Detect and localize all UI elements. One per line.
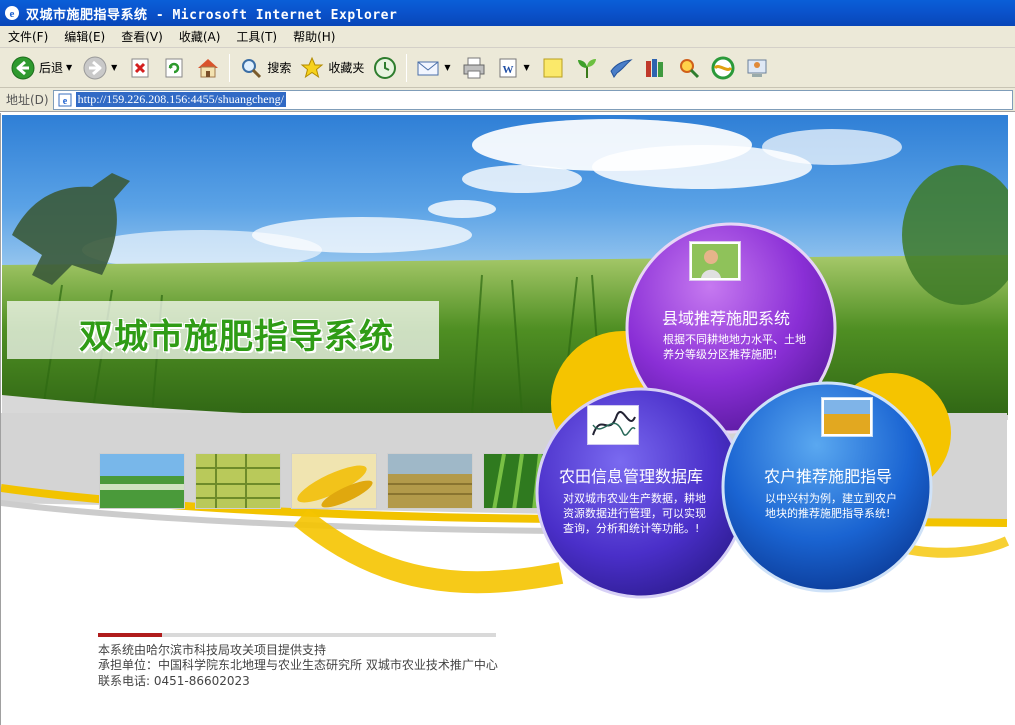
back-label: 后退 <box>39 61 64 75</box>
menu-file[interactable]: 文件(F) <box>0 28 56 45</box>
county-fertilization-desc-2: 养分等级分区推荐施肥! <box>663 348 778 361</box>
star-icon <box>300 56 324 78</box>
search-button[interactable]: 搜索 <box>234 51 295 85</box>
page-content: 双城市施肥指导系统 县域推荐施肥系统 根据不同耕地地力水平、土地 养分等级分区推… <box>0 113 1015 725</box>
thumbnail-strip <box>99 453 579 509</box>
cornfield-photo-icon <box>821 397 873 437</box>
county-fertilization-link[interactable]: 县域推荐施肥系统 <box>662 305 790 329</box>
address-bar: 地址(D) e http://159.226.208.156:4455/shua… <box>0 88 1015 112</box>
messenger-user-button[interactable] <box>740 51 774 85</box>
stop-icon <box>131 58 149 77</box>
search-label: 搜索 <box>267 61 292 75</box>
menu-view[interactable]: 查看(V) <box>113 28 171 45</box>
history-icon <box>374 56 397 79</box>
site-title: 双城市施肥指导系统 <box>79 317 394 357</box>
history-button[interactable] <box>368 51 402 85</box>
sticky-note-icon <box>543 58 563 77</box>
farmland-database-desc-3: 查询，分析和统计等功能。! <box>563 522 700 535</box>
page-icon: e <box>58 93 72 107</box>
address-input[interactable]: e http://159.226.208.156:4455/shuangchen… <box>52 89 1013 110</box>
footer-phone: 联系电话: 0451-86602023 <box>98 674 250 688</box>
notes-button[interactable] <box>536 51 570 85</box>
search-tool-button[interactable] <box>672 51 706 85</box>
farmer-fertilization-desc-2: 地块的推荐施肥指导系统! <box>765 507 891 520</box>
messenger-button[interactable] <box>604 51 638 85</box>
thumbnail-image[interactable] <box>291 453 377 509</box>
farmer-photo-icon <box>689 241 741 281</box>
farmer-fertilization-link[interactable]: 农户推荐施肥指导 <box>764 463 892 487</box>
bird-icon <box>610 58 633 78</box>
county-fertilization-desc-1: 根据不同耕地地力水平、土地 <box>663 333 806 346</box>
print-button[interactable] <box>457 51 491 85</box>
forward-arrow-icon <box>83 56 107 79</box>
svg-text:e: e <box>10 8 15 20</box>
home-button[interactable] <box>191 51 225 85</box>
back-button[interactable]: 后退 ▼ <box>6 51 78 85</box>
menu-tools[interactable]: 工具(T) <box>228 28 285 45</box>
back-arrow-icon <box>11 56 35 79</box>
refresh-button[interactable] <box>157 51 191 85</box>
internet-explorer-icon: e <box>5 6 19 20</box>
toolbar-separator <box>229 53 231 82</box>
farmland-database-desc-1: 对双城市农业生产数据，耕地 <box>563 492 706 505</box>
banner-image <box>2 115 1008 420</box>
refresh-icon <box>165 58 183 77</box>
window-title: 双城市施肥指导系统 - Microsoft Internet Explorer <box>26 7 398 23</box>
decorative-swoosh <box>1 413 1010 594</box>
forward-dropdown-icon[interactable]: ▼ <box>111 63 117 72</box>
magnifier-color-icon <box>679 58 699 78</box>
banner-illustration <box>2 119 1008 420</box>
back-dropdown-icon[interactable]: ▼ <box>66 63 72 72</box>
plant-icon <box>577 58 596 78</box>
printer-icon <box>463 57 485 78</box>
edit-button[interactable]: W ▼ <box>491 51 536 85</box>
window-titlebar[interactable]: e 双城市施肥指导系统 - Microsoft Internet Explore… <box>0 0 1015 26</box>
footer-divider-accent <box>98 633 162 637</box>
favorites-button[interactable]: 收藏夹 <box>295 51 368 85</box>
edit-dropdown-icon[interactable]: ▼ <box>524 63 530 72</box>
swirl-logo-icon <box>711 56 735 79</box>
farmland-database-desc-2: 资源数据进行管理，可以实现 <box>563 507 706 520</box>
svg-text:e: e <box>62 96 67 107</box>
books-icon <box>645 58 663 77</box>
home-icon <box>198 58 219 77</box>
footer-divider <box>98 633 496 637</box>
thumbnail-image[interactable] <box>483 453 569 509</box>
thumbnail-image[interactable] <box>99 453 185 509</box>
favorites-label: 收藏夹 <box>328 61 365 75</box>
database-map-icon <box>587 405 639 445</box>
menu-favorites[interactable]: 收藏(A) <box>171 28 229 45</box>
svg-text:W: W <box>502 64 513 76</box>
address-url: http://159.226.208.156:4455/shuangcheng/ <box>75 92 286 107</box>
word-document-icon: W <box>499 58 517 77</box>
mail-icon <box>417 61 439 75</box>
thumbnail-image[interactable] <box>387 453 473 509</box>
menu-help[interactable]: 帮助(H) <box>285 28 343 45</box>
search-icon <box>242 58 262 78</box>
toolbar: 后退 ▼ ▼ 搜索 收藏夹 ▼ W ▼ <box>0 48 1015 88</box>
mail-button[interactable]: ▼ <box>411 51 456 85</box>
toolbar-separator <box>406 53 408 82</box>
menu-edit[interactable]: 编辑(E) <box>56 28 113 45</box>
farmer-fertilization-desc-1: 以中兴村为例，建立到农户 <box>765 492 897 505</box>
mail-dropdown-icon[interactable]: ▼ <box>444 63 450 72</box>
forward-button[interactable]: ▼ <box>78 51 123 85</box>
research-button[interactable] <box>638 51 672 85</box>
thumbnail-image[interactable] <box>195 453 281 509</box>
menu-bar: 文件(F) 编辑(E) 查看(V) 收藏(A) 工具(T) 帮助(H) <box>0 26 1015 48</box>
plant-button[interactable] <box>570 51 604 85</box>
security-button[interactable] <box>706 51 740 85</box>
footer-organizer: 承担单位：中国科学院东北地理与农业生态研究所 双城市农业技术推广中心 <box>98 658 498 672</box>
address-label: 地址(D) <box>6 93 49 107</box>
farmland-database-link[interactable]: 农田信息管理数据库 <box>559 463 703 487</box>
stop-button[interactable] <box>123 51 157 85</box>
user-computer-icon <box>747 59 767 77</box>
